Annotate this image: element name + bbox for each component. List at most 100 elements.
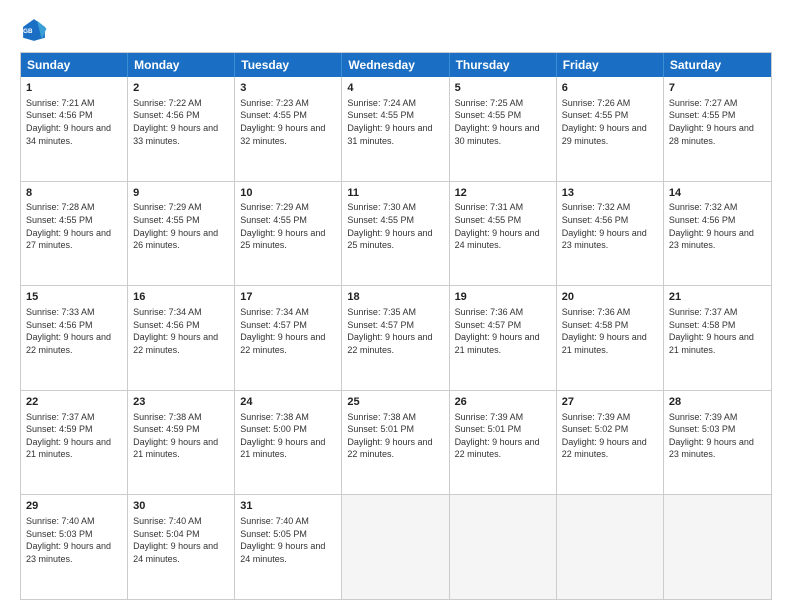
cal-cell: 6Sunrise: 7:26 AMSunset: 4:55 PMDaylight… (557, 77, 664, 181)
calendar-header-row: SundayMondayTuesdayWednesdayThursdayFrid… (21, 53, 771, 77)
cal-cell: 23Sunrise: 7:38 AMSunset: 4:59 PMDayligh… (128, 391, 235, 495)
svg-text:GB: GB (23, 28, 33, 35)
day-number: 11 (347, 186, 443, 201)
cal-header-monday: Monday (128, 53, 235, 77)
cal-cell: 8Sunrise: 7:28 AMSunset: 4:55 PMDaylight… (21, 182, 128, 286)
cell-info: Sunrise: 7:30 AMSunset: 4:55 PMDaylight:… (347, 201, 443, 251)
cell-info: Sunrise: 7:32 AMSunset: 4:56 PMDaylight:… (669, 201, 766, 251)
cell-info: Sunrise: 7:34 AMSunset: 4:57 PMDaylight:… (240, 306, 336, 356)
cell-info: Sunrise: 7:40 AMSunset: 5:04 PMDaylight:… (133, 515, 229, 565)
cal-cell: 28Sunrise: 7:39 AMSunset: 5:03 PMDayligh… (664, 391, 771, 495)
cal-cell: 15Sunrise: 7:33 AMSunset: 4:56 PMDayligh… (21, 286, 128, 390)
day-number: 23 (133, 395, 229, 410)
day-number: 6 (562, 81, 658, 96)
page: GB SundayMondayTuesdayWednesdayThursdayF… (0, 0, 792, 612)
cell-info: Sunrise: 7:40 AMSunset: 5:03 PMDaylight:… (26, 515, 122, 565)
cal-week-4: 22Sunrise: 7:37 AMSunset: 4:59 PMDayligh… (21, 390, 771, 495)
logo: GB (20, 16, 52, 44)
cal-cell: 17Sunrise: 7:34 AMSunset: 4:57 PMDayligh… (235, 286, 342, 390)
cell-info: Sunrise: 7:29 AMSunset: 4:55 PMDaylight:… (133, 201, 229, 251)
day-number: 30 (133, 499, 229, 514)
day-number: 5 (455, 81, 551, 96)
day-number: 15 (26, 290, 122, 305)
cal-cell (664, 495, 771, 599)
calendar: SundayMondayTuesdayWednesdayThursdayFrid… (20, 52, 772, 600)
cal-cell: 29Sunrise: 7:40 AMSunset: 5:03 PMDayligh… (21, 495, 128, 599)
cell-info: Sunrise: 7:36 AMSunset: 4:57 PMDaylight:… (455, 306, 551, 356)
day-number: 22 (26, 395, 122, 410)
cal-cell (450, 495, 557, 599)
cal-week-2: 8Sunrise: 7:28 AMSunset: 4:55 PMDaylight… (21, 181, 771, 286)
day-number: 4 (347, 81, 443, 96)
day-number: 9 (133, 186, 229, 201)
cell-info: Sunrise: 7:27 AMSunset: 4:55 PMDaylight:… (669, 97, 766, 147)
cal-header-thursday: Thursday (450, 53, 557, 77)
cell-info: Sunrise: 7:29 AMSunset: 4:55 PMDaylight:… (240, 201, 336, 251)
cell-info: Sunrise: 7:37 AMSunset: 4:58 PMDaylight:… (669, 306, 766, 356)
day-number: 29 (26, 499, 122, 514)
cal-cell: 18Sunrise: 7:35 AMSunset: 4:57 PMDayligh… (342, 286, 449, 390)
cell-info: Sunrise: 7:40 AMSunset: 5:05 PMDaylight:… (240, 515, 336, 565)
cal-cell: 20Sunrise: 7:36 AMSunset: 4:58 PMDayligh… (557, 286, 664, 390)
cell-info: Sunrise: 7:36 AMSunset: 4:58 PMDaylight:… (562, 306, 658, 356)
cal-header-friday: Friday (557, 53, 664, 77)
cell-info: Sunrise: 7:33 AMSunset: 4:56 PMDaylight:… (26, 306, 122, 356)
cell-info: Sunrise: 7:21 AMSunset: 4:56 PMDaylight:… (26, 97, 122, 147)
cell-info: Sunrise: 7:24 AMSunset: 4:55 PMDaylight:… (347, 97, 443, 147)
day-number: 28 (669, 395, 766, 410)
cal-cell: 25Sunrise: 7:38 AMSunset: 5:01 PMDayligh… (342, 391, 449, 495)
cal-cell: 16Sunrise: 7:34 AMSunset: 4:56 PMDayligh… (128, 286, 235, 390)
cell-info: Sunrise: 7:35 AMSunset: 4:57 PMDaylight:… (347, 306, 443, 356)
cal-cell: 4Sunrise: 7:24 AMSunset: 4:55 PMDaylight… (342, 77, 449, 181)
cal-cell: 7Sunrise: 7:27 AMSunset: 4:55 PMDaylight… (664, 77, 771, 181)
day-number: 18 (347, 290, 443, 305)
cal-cell: 3Sunrise: 7:23 AMSunset: 4:55 PMDaylight… (235, 77, 342, 181)
cal-header-saturday: Saturday (664, 53, 771, 77)
cell-info: Sunrise: 7:32 AMSunset: 4:56 PMDaylight:… (562, 201, 658, 251)
cal-cell: 21Sunrise: 7:37 AMSunset: 4:58 PMDayligh… (664, 286, 771, 390)
cal-week-3: 15Sunrise: 7:33 AMSunset: 4:56 PMDayligh… (21, 285, 771, 390)
day-number: 21 (669, 290, 766, 305)
day-number: 8 (26, 186, 122, 201)
cal-cell (557, 495, 664, 599)
cell-info: Sunrise: 7:34 AMSunset: 4:56 PMDaylight:… (133, 306, 229, 356)
cal-cell: 14Sunrise: 7:32 AMSunset: 4:56 PMDayligh… (664, 182, 771, 286)
cal-cell: 24Sunrise: 7:38 AMSunset: 5:00 PMDayligh… (235, 391, 342, 495)
cal-header-tuesday: Tuesday (235, 53, 342, 77)
cell-info: Sunrise: 7:38 AMSunset: 4:59 PMDaylight:… (133, 411, 229, 461)
day-number: 16 (133, 290, 229, 305)
cell-info: Sunrise: 7:38 AMSunset: 5:00 PMDaylight:… (240, 411, 336, 461)
cell-info: Sunrise: 7:39 AMSunset: 5:01 PMDaylight:… (455, 411, 551, 461)
cell-info: Sunrise: 7:38 AMSunset: 5:01 PMDaylight:… (347, 411, 443, 461)
cal-cell (342, 495, 449, 599)
cell-info: Sunrise: 7:26 AMSunset: 4:55 PMDaylight:… (562, 97, 658, 147)
cell-info: Sunrise: 7:39 AMSunset: 5:02 PMDaylight:… (562, 411, 658, 461)
cal-cell: 2Sunrise: 7:22 AMSunset: 4:56 PMDaylight… (128, 77, 235, 181)
day-number: 12 (455, 186, 551, 201)
cell-info: Sunrise: 7:37 AMSunset: 4:59 PMDaylight:… (26, 411, 122, 461)
day-number: 19 (455, 290, 551, 305)
cal-cell: 27Sunrise: 7:39 AMSunset: 5:02 PMDayligh… (557, 391, 664, 495)
day-number: 2 (133, 81, 229, 96)
day-number: 25 (347, 395, 443, 410)
cal-header-sunday: Sunday (21, 53, 128, 77)
day-number: 13 (562, 186, 658, 201)
day-number: 26 (455, 395, 551, 410)
cal-week-5: 29Sunrise: 7:40 AMSunset: 5:03 PMDayligh… (21, 494, 771, 599)
day-number: 3 (240, 81, 336, 96)
day-number: 14 (669, 186, 766, 201)
day-number: 20 (562, 290, 658, 305)
calendar-body: 1Sunrise: 7:21 AMSunset: 4:56 PMDaylight… (21, 77, 771, 599)
cal-cell: 13Sunrise: 7:32 AMSunset: 4:56 PMDayligh… (557, 182, 664, 286)
cal-cell: 1Sunrise: 7:21 AMSunset: 4:56 PMDaylight… (21, 77, 128, 181)
cal-cell: 12Sunrise: 7:31 AMSunset: 4:55 PMDayligh… (450, 182, 557, 286)
cell-info: Sunrise: 7:31 AMSunset: 4:55 PMDaylight:… (455, 201, 551, 251)
cal-cell: 26Sunrise: 7:39 AMSunset: 5:01 PMDayligh… (450, 391, 557, 495)
day-number: 17 (240, 290, 336, 305)
cal-cell: 10Sunrise: 7:29 AMSunset: 4:55 PMDayligh… (235, 182, 342, 286)
cal-week-1: 1Sunrise: 7:21 AMSunset: 4:56 PMDaylight… (21, 77, 771, 181)
day-number: 10 (240, 186, 336, 201)
cal-cell: 19Sunrise: 7:36 AMSunset: 4:57 PMDayligh… (450, 286, 557, 390)
day-number: 7 (669, 81, 766, 96)
header: GB (20, 16, 772, 44)
